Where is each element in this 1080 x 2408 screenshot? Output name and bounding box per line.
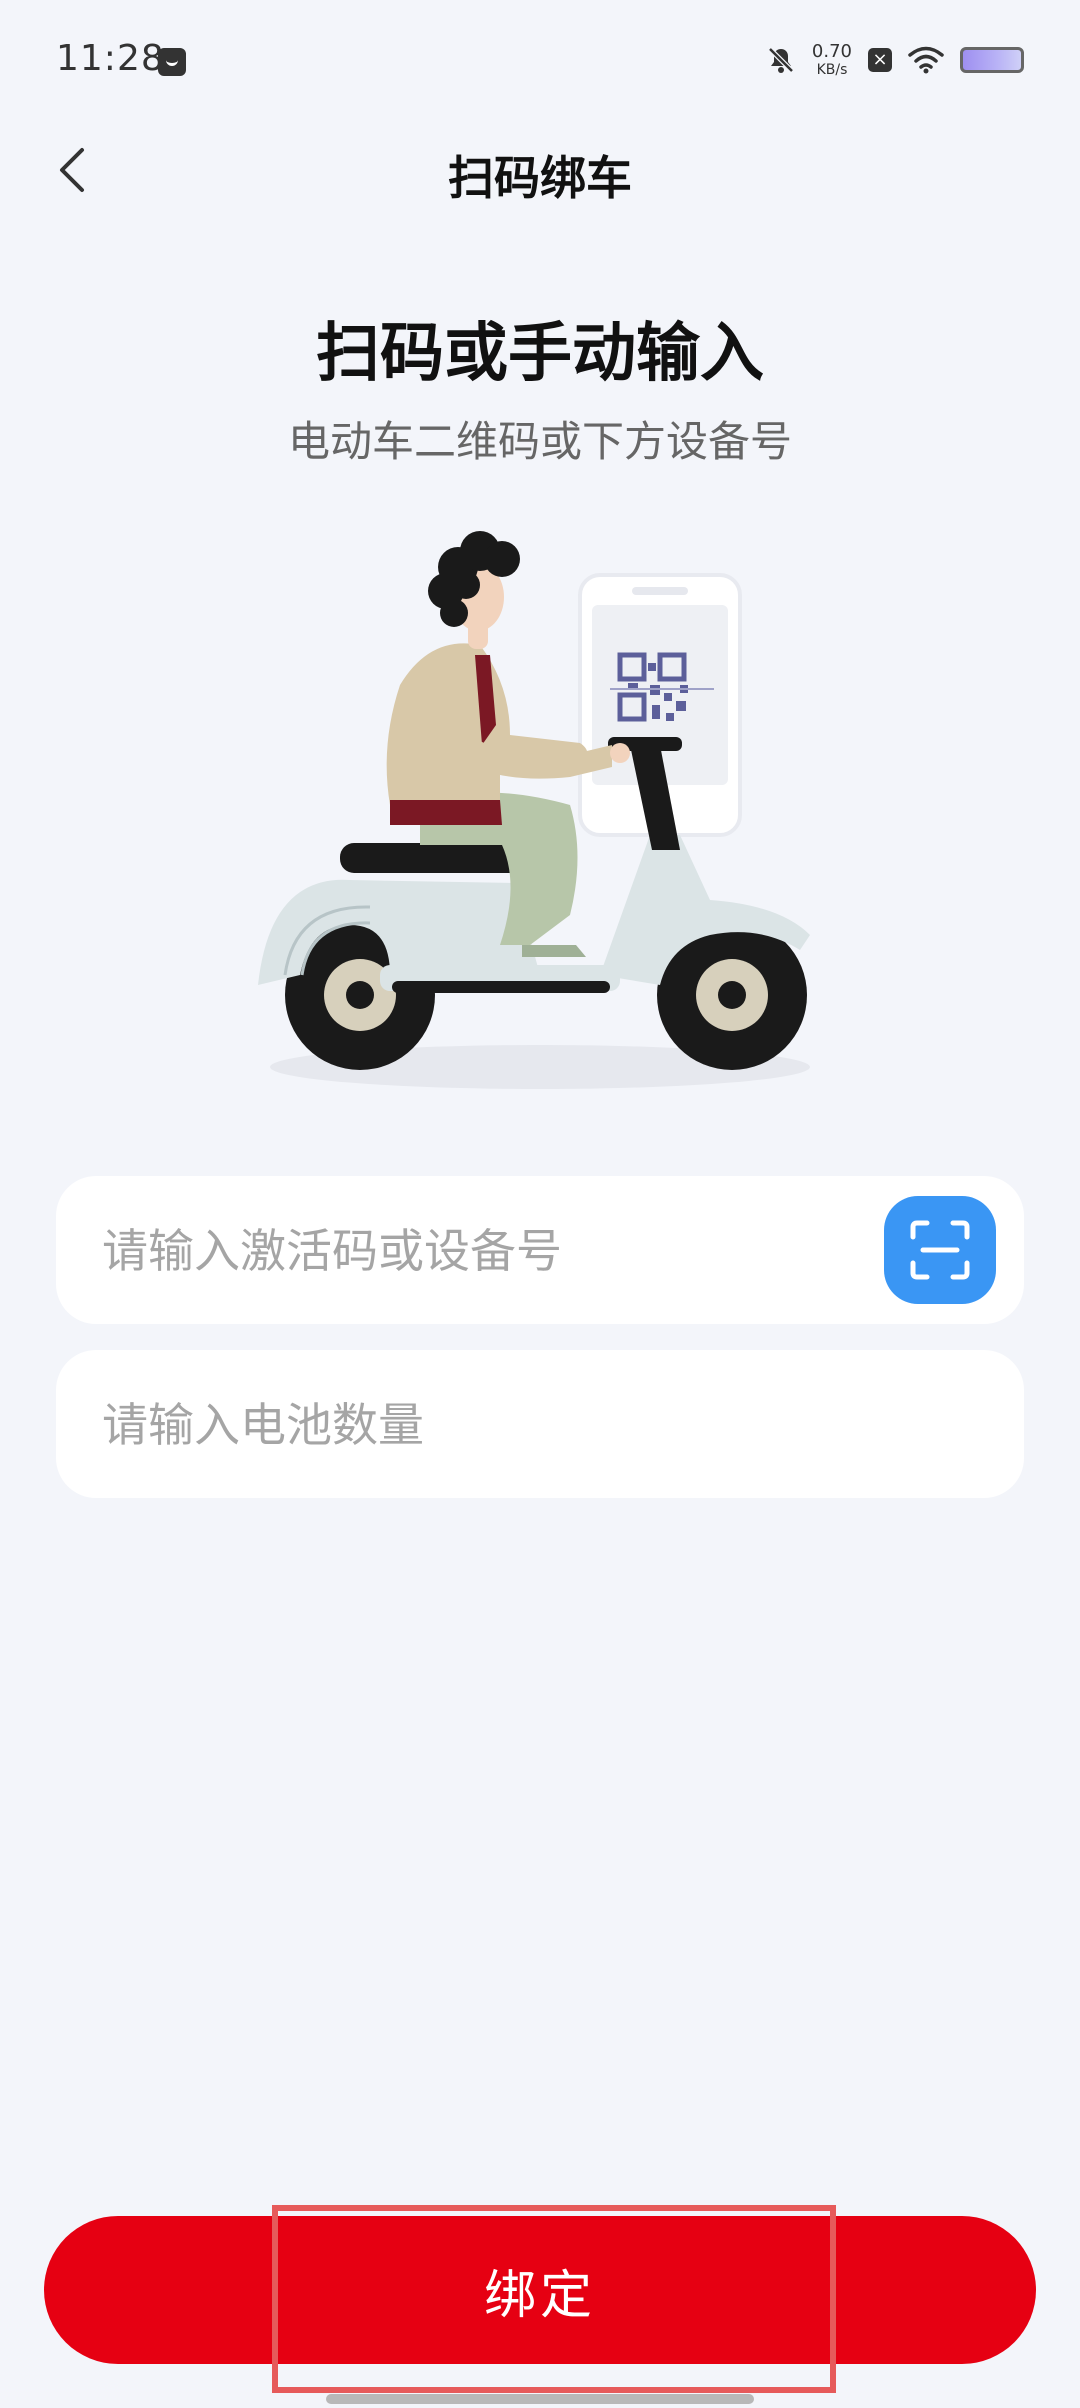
page-title: 扫码绑车 <box>448 151 632 205</box>
device-code-input[interactable] <box>100 1176 924 1326</box>
header: 扫码绑车 <box>0 120 1080 220</box>
wifi-icon <box>908 46 944 74</box>
network-speed-unit: KB/s <box>816 62 848 78</box>
status-bar: 11:28 0.70 KB/s × <box>0 0 1080 120</box>
network-speed: 0.70 KB/s <box>811 41 852 78</box>
battery-count-input[interactable] <box>100 1350 924 1500</box>
instruction-subheading: 电动车二维码或下方设备号 <box>287 417 792 466</box>
battery-count-field <box>56 1350 1024 1500</box>
battery-icon <box>960 47 1024 73</box>
device-code-field <box>56 1176 1024 1326</box>
mute-icon <box>768 47 794 73</box>
network-speed-value: 0.70 <box>811 41 852 62</box>
instruction-heading: 扫码或手动输入 <box>316 317 764 391</box>
scan-icon <box>910 1220 970 1280</box>
home-indicator <box>326 2394 754 2404</box>
scooter-illustration <box>258 531 810 1089</box>
status-time: 11:28 <box>56 38 165 79</box>
bind-button[interactable]: 绑定 <box>44 2216 1036 2364</box>
app-notification-icon <box>158 48 186 76</box>
status-icons: 0.70 KB/s × <box>766 40 1024 80</box>
close-badge-icon: × <box>868 48 892 72</box>
scan-button[interactable] <box>884 1196 996 1304</box>
